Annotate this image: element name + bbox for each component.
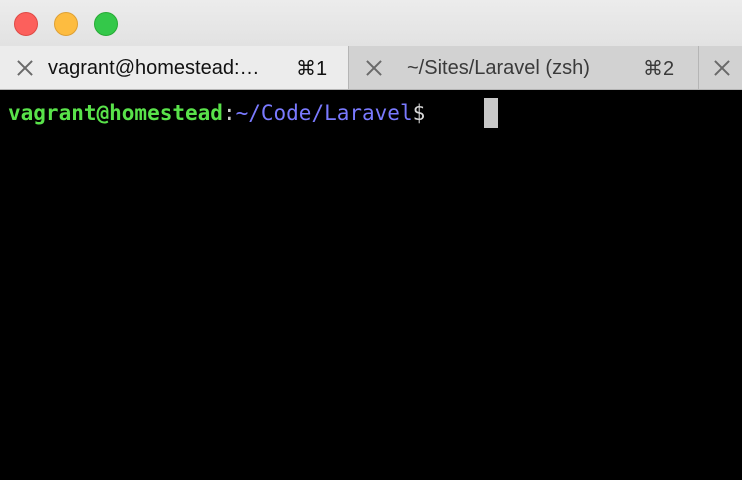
tab-close-icon[interactable] [713, 59, 731, 77]
tab-shortcut: ⌘2 [643, 57, 675, 80]
tab-2[interactable]: ~/Sites/Laravel (zsh) ⌘2 [349, 46, 699, 89]
zoom-window-button[interactable] [94, 12, 118, 36]
text-cursor [484, 98, 498, 128]
prompt-separator: : [222, 101, 236, 125]
tab-close-icon[interactable] [365, 59, 383, 77]
prompt-user: vagrant@homestead [8, 101, 223, 125]
terminal-window: vagrant@homestead:… ⌘1 ~/Sites/Laravel (… [0, 0, 742, 480]
prompt-symbol: $ [412, 101, 426, 125]
tab-title: ~/Sites/Laravel (zsh) [407, 56, 590, 79]
prompt-path: ~/Code/Laravel [235, 101, 413, 125]
tab-close-icon[interactable] [16, 59, 34, 77]
shell-prompt: vagrant@homestead:~/Code/Laravel$ [8, 98, 425, 128]
tab-bar: vagrant@homestead:… ⌘1 ~/Sites/Laravel (… [0, 46, 742, 90]
tab-shortcut: ⌘1 [296, 57, 328, 80]
tab-3[interactable] [699, 46, 742, 89]
title-bar [0, 0, 742, 46]
terminal-output[interactable]: vagrant@homestead:~/Code/Laravel$ [0, 91, 742, 480]
close-window-button[interactable] [14, 12, 38, 36]
minimize-window-button[interactable] [54, 12, 78, 36]
tab-title: vagrant@homestead:… [48, 56, 260, 79]
tab-1[interactable]: vagrant@homestead:… ⌘1 [0, 46, 349, 89]
